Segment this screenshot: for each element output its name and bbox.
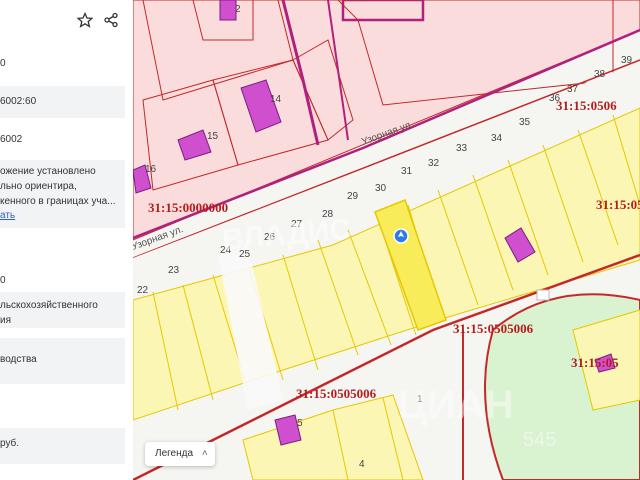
plot-number: 23 xyxy=(168,265,180,276)
plot-number: 36 xyxy=(549,93,561,104)
panel-row: водства xyxy=(0,338,125,384)
plot-number: 4 xyxy=(359,459,365,470)
plot-number: 14 xyxy=(270,94,282,105)
plot-number: 31 xyxy=(401,166,413,177)
panel-value: 6002:60 xyxy=(0,96,37,107)
legend-button[interactable]: Легенда ˄ xyxy=(145,442,215,466)
cadastral-label: 31:15:05 xyxy=(596,197,640,212)
panel-value: льскохозяйственного xyxy=(0,300,98,311)
plot-number: 30 xyxy=(375,183,387,194)
cadastral-label: 31:15:0505006 xyxy=(296,386,377,401)
panel-value: 0 xyxy=(0,275,6,286)
cadastral-label: 31:15:05 xyxy=(571,355,619,370)
panel-row: руб. xyxy=(0,428,125,464)
cadastral-map[interactable]: Узорная ул. Узорная ул. 31:15:0000000 31… xyxy=(133,0,640,480)
plot-number: 2 xyxy=(235,4,241,15)
watermark: ЦИАН xyxy=(398,383,514,427)
panel-value: кенного в границах уча... xyxy=(0,196,116,207)
panel-value: льно ориентира, xyxy=(0,181,77,192)
plot-number: 32 xyxy=(428,158,440,169)
panel-value: руб. xyxy=(0,438,20,449)
star-icon[interactable] xyxy=(76,11,94,30)
info-panel: 0 6002:60 6002 ожение установлено льно о… xyxy=(0,0,133,480)
chevron-up-icon: ˄ xyxy=(201,448,208,459)
plot-number: 35 xyxy=(519,117,531,128)
panel-value: водства xyxy=(0,354,37,365)
panel-row: 6002 xyxy=(0,134,125,148)
plot-number: 33 xyxy=(456,143,468,154)
plot-number: 29 xyxy=(347,191,359,202)
map-pin-icon[interactable] xyxy=(393,228,409,244)
panel-row: 0 xyxy=(0,58,125,72)
plot-number: 37 xyxy=(567,84,579,95)
share-icon[interactable] xyxy=(102,12,120,30)
legend-label: Легенда xyxy=(155,448,194,459)
cadastral-label: 31:15:0505006 xyxy=(453,321,534,336)
panel-row: льскохозяйственного ия xyxy=(0,292,125,328)
plot-number: 22 xyxy=(137,285,149,296)
expand-link[interactable]: ать xyxy=(0,210,15,221)
panel-value: 6002 xyxy=(0,134,23,145)
plot-number: 15 xyxy=(207,131,219,142)
panel-row: 6002:60 xyxy=(0,86,125,118)
panel-value: 0 xyxy=(0,58,6,69)
plot-number: 16 xyxy=(145,164,157,175)
panel-row: 0 xyxy=(0,275,125,289)
plot-number: 38 xyxy=(594,69,606,80)
plot-number: 34 xyxy=(491,133,503,144)
watermark-digits: 545 xyxy=(523,429,556,451)
cadastral-label: 31:15:0506 xyxy=(556,98,617,113)
panel-row: ожение установлено льно ориентира, кенно… xyxy=(0,160,125,216)
plot-number: 5 xyxy=(297,418,303,429)
panel-row: ать xyxy=(0,210,125,228)
panel-value: ия xyxy=(0,315,12,326)
plot-number: 39 xyxy=(621,55,633,66)
cadastral-label: 31:15:0000000 xyxy=(148,200,228,215)
panel-value: ожение установлено xyxy=(0,166,96,177)
small-structure xyxy=(536,289,550,301)
